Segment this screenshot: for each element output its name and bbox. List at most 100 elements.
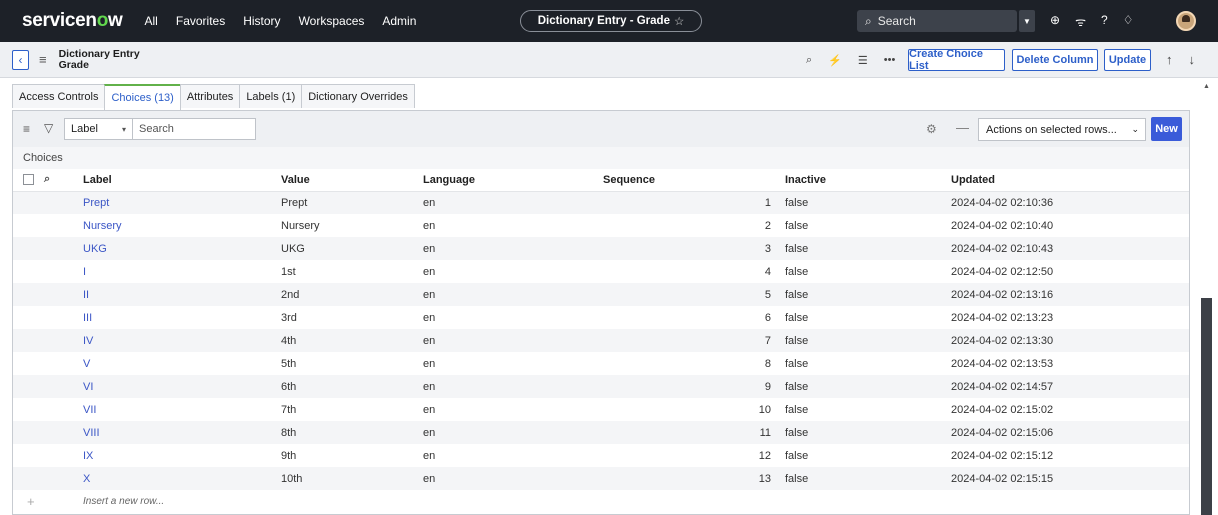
- nav-all[interactable]: All: [145, 14, 158, 28]
- table-header-row: ⌕ Label Value Language Sequence Inactive…: [13, 169, 1189, 192]
- table-row[interactable]: VI 6th en 9 false 2024-04-02 02:14:57: [13, 375, 1189, 398]
- cell-updated: 2024-04-02 02:13:53: [951, 357, 1054, 370]
- tab-access-controls[interactable]: Access Controls: [12, 84, 106, 108]
- record-title-pill[interactable]: Dictionary Entry - Grade ☆: [520, 10, 702, 32]
- help-icon[interactable]: ?: [1101, 13, 1108, 30]
- insert-row-label[interactable]: Insert a new row...: [83, 490, 1189, 513]
- table-row[interactable]: VII 7th en 10 false 2024-04-02 02:15:02: [13, 398, 1189, 421]
- cell-updated: 2024-04-02 02:15:15: [951, 467, 1189, 490]
- table-row[interactable]: II 2nd en 5 false 2024-04-02 02:13:16: [13, 283, 1189, 306]
- cell-label[interactable]: IX: [83, 444, 281, 467]
- servicenow-logo[interactable]: servicenow: [22, 10, 123, 32]
- activity-icon[interactable]: ⚡: [828, 54, 842, 67]
- cell-label[interactable]: VI: [83, 375, 281, 398]
- cell-label[interactable]: Nursery: [83, 214, 281, 237]
- table-row[interactable]: IV 4th en 7 false 2024-04-02 02:13:30: [13, 329, 1189, 352]
- star-icon[interactable]: ☆: [674, 14, 684, 28]
- column-label[interactable]: Label: [83, 169, 281, 192]
- nav-admin[interactable]: Admin: [382, 14, 416, 28]
- attachment-icon[interactable]: ⌕: [806, 54, 812, 67]
- table-row[interactable]: III 3rd en 6 false 2024-04-02 02:13:23: [13, 306, 1189, 329]
- arrow-down-icon[interactable]: ↓: [1189, 52, 1196, 67]
- chat-icon[interactable]: ᯤ: [1075, 13, 1086, 30]
- row-select-cell: [13, 283, 83, 306]
- add-icon[interactable]: +: [13, 490, 83, 513]
- cell-language: en: [423, 191, 603, 214]
- cell-sequence: 4: [764, 265, 771, 278]
- search-icon[interactable]: ⌕: [44, 173, 50, 185]
- table-row[interactable]: Prept Prept en 1 false 2024-04-02 02:10:36: [13, 191, 1189, 214]
- actions-select[interactable]: Actions on selected rows... ⌄: [978, 118, 1146, 141]
- nav-favorites[interactable]: Favorites: [176, 14, 225, 28]
- collapse-icon[interactable]: —: [956, 120, 969, 135]
- table-row[interactable]: VIII 8th en 11 false 2024-04-02 02:15:06: [13, 421, 1189, 444]
- global-search[interactable]: ⌕ Search: [857, 10, 1017, 32]
- form-title-line2: Grade: [58, 58, 89, 71]
- table-row[interactable]: UKG UKG en 3 false 2024-04-02 02:10:43: [13, 237, 1189, 260]
- avatar[interactable]: [1176, 11, 1196, 31]
- tab-labels[interactable]: Labels (1): [239, 84, 303, 108]
- column-inactive[interactable]: Inactive: [785, 169, 951, 192]
- table-row[interactable]: I 1st en 4 false 2024-04-02 02:12:50: [13, 260, 1189, 283]
- arrow-up-icon[interactable]: ↑: [1166, 52, 1173, 67]
- cell-label[interactable]: III: [83, 306, 281, 329]
- cell-language: en: [423, 329, 603, 352]
- scroll-up-icon[interactable]: ▲: [1203, 83, 1210, 90]
- table-row[interactable]: IX 9th en 12 false 2024-04-02 02:15:12: [13, 444, 1189, 467]
- row-select-cell: [13, 306, 83, 329]
- search-field-value: Label: [71, 123, 98, 135]
- cell-inactive: false: [785, 265, 809, 278]
- tab-attributes[interactable]: Attributes: [179, 84, 241, 108]
- row-select-cell: [13, 467, 83, 490]
- cell-label[interactable]: I: [83, 260, 281, 283]
- cell-updated: 2024-04-02 02:12:50: [951, 265, 1054, 278]
- select-all-checkbox[interactable]: [23, 173, 34, 185]
- cell-label[interactable]: VII: [83, 398, 281, 421]
- table-row[interactable]: X 10th en 13 false 2024-04-02 02:15:15: [13, 467, 1189, 490]
- column-value[interactable]: Value: [281, 169, 423, 192]
- bell-icon[interactable]: ♢: [1123, 13, 1134, 30]
- cell-label[interactable]: IV: [83, 329, 281, 352]
- cell-label[interactable]: X: [83, 467, 281, 490]
- filter-icon[interactable]: ▽: [44, 121, 53, 135]
- globe-icon[interactable]: ⊕: [1050, 13, 1060, 30]
- gear-icon[interactable]: ⚙: [926, 122, 937, 136]
- search-field-select[interactable]: Label ▾: [64, 118, 133, 140]
- nav-workspaces[interactable]: Workspaces: [299, 14, 365, 28]
- new-button[interactable]: New: [1151, 117, 1182, 141]
- cell-label[interactable]: Prept: [83, 191, 281, 214]
- cell-inactive: false: [785, 421, 951, 444]
- tab-dictionary-overrides[interactable]: Dictionary Overrides: [301, 84, 415, 108]
- more-icon[interactable]: •••: [884, 54, 896, 67]
- cell-value: 7th: [281, 403, 297, 416]
- menu-icon[interactable]: ≡: [39, 52, 47, 67]
- create-choice-list-button[interactable]: Create Choice List: [908, 48, 1005, 72]
- insert-row[interactable]: + Insert a new row...: [13, 490, 1189, 513]
- cell-label[interactable]: UKG: [83, 237, 281, 260]
- cell-inactive: false: [785, 375, 951, 398]
- scrollbar-thumb[interactable]: [1201, 298, 1212, 515]
- nav-history[interactable]: History: [243, 14, 280, 28]
- column-sequence[interactable]: Sequence: [603, 169, 785, 192]
- form-icons: ⌕ ⚡ ☰ •••: [806, 54, 895, 67]
- column-language[interactable]: Language: [423, 169, 603, 192]
- form-title-line1: Dictionary Entry: [58, 47, 140, 60]
- back-button[interactable]: ‹: [12, 49, 29, 70]
- list-menu-icon[interactable]: ≡: [23, 122, 30, 136]
- tab-choices[interactable]: Choices (13): [104, 84, 181, 110]
- cell-inactive: false: [785, 403, 809, 416]
- cell-label[interactable]: VIII: [83, 421, 281, 444]
- cell-updated: 2024-04-02 02:13:23: [951, 311, 1054, 324]
- column-updated[interactable]: Updated: [951, 169, 1189, 192]
- list-search-input[interactable]: Search: [133, 118, 256, 140]
- cell-label[interactable]: V: [83, 352, 281, 375]
- cell-label[interactable]: II: [83, 283, 281, 306]
- cell-updated: 2024-04-02 02:10:36: [951, 191, 1189, 214]
- table-row[interactable]: Nursery Nursery en 2 false 2024-04-02 02:10:4…: [13, 214, 1189, 237]
- settings-sliders-icon[interactable]: ☰: [858, 54, 868, 67]
- form-title: Dictionary Entry Grade: [58, 47, 140, 71]
- table-row[interactable]: V 5th en 8 false 2024-04-02 02:13:53: [13, 352, 1189, 375]
- chevron-down-icon[interactable]: ▼: [1019, 10, 1035, 32]
- delete-column-button[interactable]: Delete Column: [1012, 49, 1098, 71]
- update-button[interactable]: Update: [1104, 49, 1151, 71]
